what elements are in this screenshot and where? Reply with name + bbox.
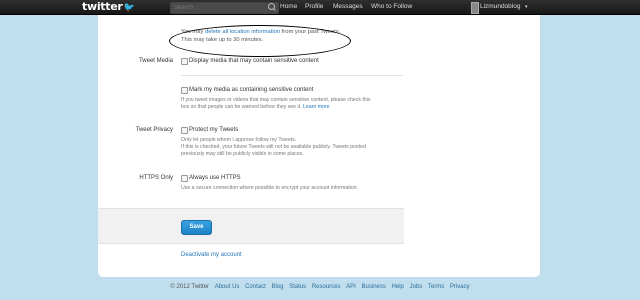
- footer-link-blog[interactable]: Blog: [271, 284, 283, 290]
- tweet-media-label: Tweet Media: [138, 58, 173, 64]
- sensitive-help-line2: box so that people can be warned before …: [181, 104, 303, 110]
- learn-more-link[interactable]: Learn more: [303, 104, 330, 110]
- chevron-down-icon[interactable]: ▾: [525, 0, 528, 14]
- privacy-help-text: Only let people whom I approve follow my…: [181, 137, 401, 158]
- deactivate-account-link[interactable]: Deactivate my account: [181, 252, 242, 258]
- footer-link-about[interactable]: About Us: [215, 284, 240, 290]
- nav-who-to-follow[interactable]: Who to Follow: [371, 0, 412, 14]
- display-sensitive-checkbox[interactable]: [181, 58, 188, 65]
- footer-copyright: © 2012 Twitter: [170, 284, 210, 290]
- footer-link-help[interactable]: Help: [392, 284, 404, 290]
- divider: [181, 75, 403, 76]
- sensitive-help-line1: If you tweet images or videos that may c…: [181, 97, 371, 103]
- https-checkbox-label: Always use HTTPS: [189, 175, 241, 181]
- https-checkbox[interactable]: [181, 175, 188, 182]
- mark-sensitive-checkbox[interactable]: [181, 87, 188, 94]
- bird-icon: 🐦: [123, 3, 135, 13]
- search-input[interactable]: [170, 2, 279, 14]
- top-navigation-bar: twitter🐦 Home Profile Messages Who to Fo…: [0, 0, 640, 15]
- logo-text: twitter: [82, 0, 123, 13]
- highlight-circle: [169, 25, 351, 57]
- nav-home[interactable]: Home: [280, 0, 297, 14]
- footer-link-contact[interactable]: Contact: [245, 284, 266, 290]
- twitter-logo[interactable]: twitter🐦: [82, 0, 135, 14]
- footer-link-privacy[interactable]: Privacy: [450, 284, 470, 290]
- sensitive-help-text: If you tweet images or videos that may c…: [181, 97, 401, 111]
- display-sensitive-label: Display media that may contain sensitive…: [189, 58, 319, 64]
- nav-messages[interactable]: Messages: [333, 0, 363, 14]
- tweet-privacy-label: Tweet Privacy: [135, 127, 173, 133]
- https-help-text: Use a secure connection where possible t…: [181, 185, 359, 191]
- privacy-help-line3: previously may still be publicly visible…: [181, 151, 304, 157]
- search-icon[interactable]: [268, 3, 275, 10]
- privacy-help-line2: If this is checked, your future Tweets w…: [181, 144, 366, 150]
- footer-link-resources[interactable]: Resources: [312, 284, 341, 290]
- https-label: HTTPS Only: [139, 175, 173, 181]
- footer-link-business[interactable]: Business: [362, 284, 386, 290]
- settings-panel: You may delete all location information …: [98, 15, 540, 277]
- footer: © 2012 Twitter About Us Contact Blog Sta…: [0, 284, 640, 290]
- footer-link-terms[interactable]: Terms: [428, 284, 444, 290]
- footer-link-api[interactable]: API: [346, 284, 356, 290]
- save-area: Save: [98, 208, 404, 244]
- save-button[interactable]: Save: [181, 220, 212, 235]
- privacy-help-line1: Only let people whom I approve follow my…: [181, 137, 297, 143]
- protect-tweets-label: Protect my Tweets: [189, 127, 239, 133]
- footer-link-jobs[interactable]: Jobs: [410, 284, 423, 290]
- protect-tweets-checkbox[interactable]: [181, 127, 188, 134]
- mark-sensitive-label: Mark my media as containing sensitive co…: [189, 87, 314, 93]
- nav-profile[interactable]: Profile: [305, 0, 323, 14]
- footer-link-status[interactable]: Status: [289, 284, 306, 290]
- avatar[interactable]: [471, 2, 479, 14]
- user-menu-name[interactable]: Lizmundoblog: [480, 0, 520, 14]
